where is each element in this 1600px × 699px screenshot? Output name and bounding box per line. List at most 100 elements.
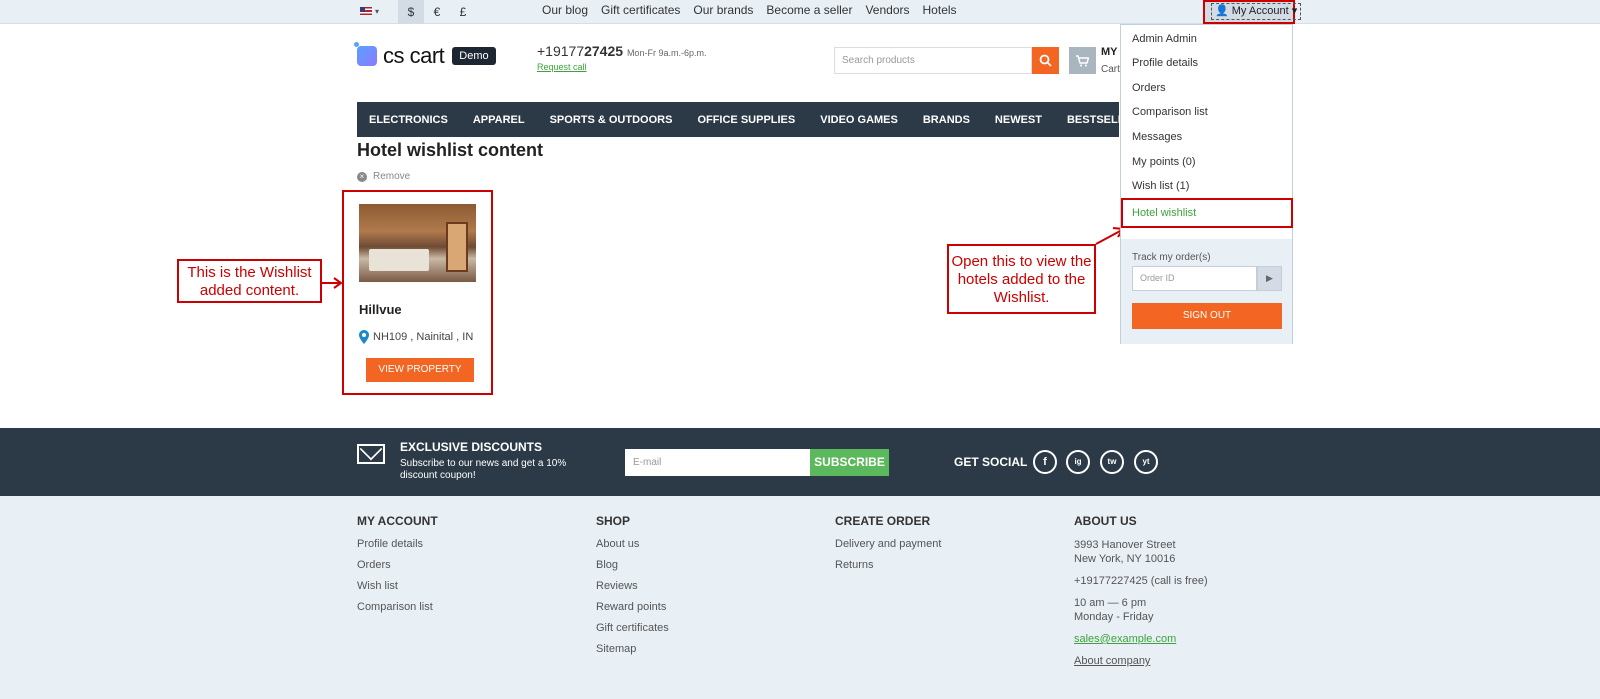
newsletter-subtitle: Subscribe to our news and get a 10% disc…: [400, 458, 567, 481]
footer-hours: 10 am — 6 pm Monday - Friday: [1074, 597, 1154, 623]
newsletter-title: EXCLUSIVE DISCOUNTS: [400, 440, 543, 454]
my-account-button[interactable]: 👤 My Account ▾: [1203, 0, 1302, 24]
nav-newest[interactable]: NEWEST: [995, 114, 1042, 126]
get-social-label: GET SOCIAL: [954, 455, 1028, 469]
footer-link[interactable]: Reward points: [596, 601, 669, 613]
footer-link[interactable]: Delivery and payment: [835, 538, 941, 550]
demo-badge: Demo: [452, 47, 496, 65]
business-hours: Mon-Fr 9a.m.-6p.m.: [626, 48, 707, 58]
footer-phone: +19177227425 (call is free): [1074, 575, 1208, 587]
logo-mark-icon: [354, 42, 377, 66]
nav-electronics[interactable]: ELECTRONICS: [369, 114, 448, 126]
facebook-icon[interactable]: f: [1033, 450, 1057, 474]
search-icon: [1039, 54, 1052, 67]
remove-link[interactable]: × Remove: [357, 171, 410, 182]
top-links: Our blog Gift certificates Our brands Be…: [542, 0, 957, 24]
footer-heading: SHOP: [596, 514, 631, 528]
us-flag-icon: [360, 7, 372, 15]
cart-title[interactable]: MY: [1101, 46, 1118, 58]
site-logo[interactable]: cs cart Demo: [354, 42, 496, 69]
account-dropdown: Admin Admin Profile details Orders Compa…: [1120, 24, 1293, 344]
footer-link[interactable]: Blog: [596, 559, 669, 571]
order-id-input[interactable]: Order ID: [1132, 266, 1257, 291]
link-our-brands[interactable]: Our brands: [693, 0, 753, 24]
footer-link[interactable]: Sitemap: [596, 643, 669, 655]
footer-link[interactable]: Orders: [357, 559, 438, 571]
footer-link[interactable]: Reviews: [596, 580, 669, 592]
track-order-section: Track my order(s) Order ID ▶ SIGN OUT: [1121, 239, 1292, 344]
email-input[interactable]: E-mail: [625, 449, 810, 476]
link-become-seller[interactable]: Become a seller: [766, 0, 852, 24]
footer-my-account: MY ACCOUNT Profile details Orders Wish l…: [357, 514, 438, 622]
user-icon: 👤: [1215, 5, 1229, 17]
dd-admin[interactable]: Admin Admin: [1132, 33, 1197, 45]
footer-email-link[interactable]: sales@example.com: [1074, 632, 1208, 646]
dd-orders[interactable]: Orders: [1132, 82, 1166, 94]
hotel-thumbnail[interactable]: [359, 204, 476, 282]
window-shape: [446, 222, 468, 272]
request-call-link[interactable]: Request call: [537, 62, 587, 72]
phone-number: +1917727425 Mon-Fr 9a.m.-6p.m.: [537, 43, 707, 59]
annotation-wishlist-content: This is the Wishlist added content.: [177, 259, 322, 303]
search-button[interactable]: [1032, 47, 1059, 74]
nav-brands[interactable]: BRANDS: [923, 114, 970, 126]
chevron-down-icon: ▾: [375, 6, 380, 16]
bed-shape: [369, 249, 429, 271]
cart-button[interactable]: [1069, 47, 1096, 74]
currency-eur[interactable]: €: [424, 0, 450, 24]
footer-heading: CREATE ORDER: [835, 514, 931, 528]
dd-profile-details[interactable]: Profile details: [1132, 57, 1198, 69]
hotel-card: Hillvue NH109 , Nainital , IN VIEW PROPE…: [342, 190, 493, 395]
dd-my-points[interactable]: My points (0): [1132, 156, 1196, 168]
cart-subtitle[interactable]: Cart: [1101, 64, 1120, 75]
footer-link[interactable]: About us: [596, 538, 669, 550]
envelope-icon: [357, 444, 385, 464]
nav-office-supplies[interactable]: OFFICE SUPPLIES: [697, 114, 795, 126]
youtube-icon[interactable]: yt: [1134, 450, 1158, 474]
nav-sports-outdoors[interactable]: SPORTS & OUTDOORS: [550, 114, 673, 126]
footer-link[interactable]: Wish list: [357, 580, 438, 592]
currency-gbp[interactable]: £: [450, 0, 476, 24]
link-vendors[interactable]: Vendors: [865, 0, 909, 24]
footer-link[interactable]: Comparison list: [357, 601, 438, 613]
dd-comparison-list[interactable]: Comparison list: [1132, 106, 1208, 118]
currency-usd[interactable]: $: [398, 0, 424, 24]
subscribe-button[interactable]: SUBSCRIBE: [810, 449, 889, 476]
dd-wish-list[interactable]: Wish list (1): [1132, 180, 1189, 192]
play-icon: ▶: [1266, 273, 1273, 283]
footer: MY ACCOUNT Profile details Orders Wish l…: [0, 496, 1600, 699]
twitter-icon[interactable]: tw: [1100, 450, 1124, 474]
remove-icon: ×: [357, 171, 367, 182]
track-order-button[interactable]: ▶: [1257, 266, 1282, 291]
link-hotels[interactable]: Hotels: [923, 0, 957, 24]
link-our-blog[interactable]: Our blog: [542, 0, 588, 24]
logo-text: cs cart: [383, 43, 445, 68]
footer-shop: SHOP About us Blog Reviews Reward points…: [596, 514, 669, 664]
footer-about: ABOUT US 3993 Hanover Street New York, NY…: [1074, 514, 1208, 676]
main-nav: ELECTRONICS APPAREL SPORTS & OUTDOORS OF…: [357, 102, 1147, 137]
page-title: Hotel wishlist content: [357, 140, 544, 160]
address: 3993 Hanover Street New York, NY 10016: [1074, 539, 1176, 565]
about-company-link[interactable]: About company: [1074, 654, 1208, 668]
footer-link[interactable]: Profile details: [357, 538, 438, 550]
sign-out-button[interactable]: SIGN OUT: [1132, 303, 1282, 329]
cart-icon: [1076, 54, 1089, 66]
instagram-icon[interactable]: ig: [1066, 450, 1090, 474]
location-pin-icon: [359, 330, 369, 344]
footer-heading: ABOUT US: [1074, 514, 1137, 528]
dd-hotel-wishlist[interactable]: Hotel wishlist: [1121, 198, 1293, 228]
nav-apparel[interactable]: APPAREL: [473, 114, 525, 126]
nav-video-games[interactable]: VIDEO GAMES: [820, 114, 898, 126]
footer-link[interactable]: Returns: [835, 559, 941, 571]
view-property-button[interactable]: VIEW PROPERTY: [366, 358, 474, 382]
hotel-name[interactable]: Hillvue: [359, 302, 402, 317]
track-order-label: Track my order(s): [1132, 252, 1211, 263]
footer-link[interactable]: Gift certificates: [596, 622, 669, 634]
hotel-location: NH109 , Nainital , IN: [359, 330, 473, 344]
language-selector[interactable]: ▾: [360, 3, 382, 19]
search-input[interactable]: Search products: [834, 47, 1032, 74]
link-gift-certificates[interactable]: Gift certificates: [601, 0, 680, 24]
top-bar: ▾ $ € £ Our blog Gift certificates Our b…: [0, 0, 1600, 24]
footer-create-order: CREATE ORDER Delivery and payment Return…: [835, 514, 941, 580]
dd-messages[interactable]: Messages: [1132, 131, 1182, 143]
